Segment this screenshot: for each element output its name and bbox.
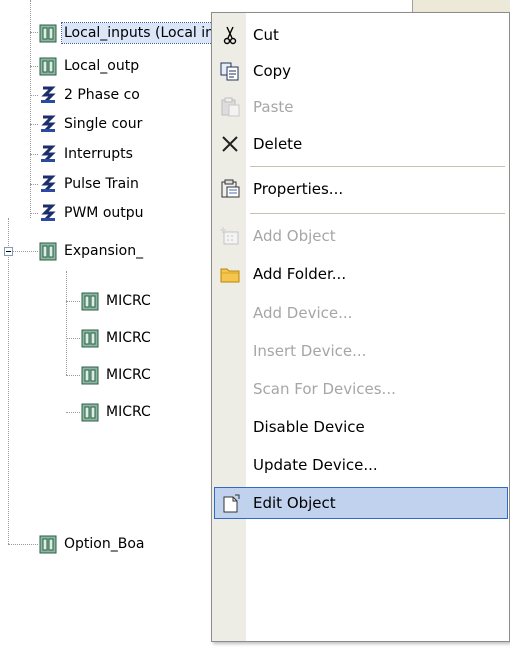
counter-icon	[39, 114, 57, 134]
module-icon	[39, 534, 57, 554]
counter-icon	[39, 174, 57, 194]
tree-item-label: Option_Boa	[64, 536, 145, 552]
tree-connector	[66, 375, 80, 376]
module-icon	[81, 328, 99, 348]
menu-item-add-object[interactable]: Add Object	[214, 220, 508, 252]
module-icon	[39, 56, 57, 76]
tree-item[interactable]: MICRC	[81, 287, 153, 315]
menu-item-label: Scan For Devices...	[253, 380, 396, 398]
tree-item-label: Interrupts	[64, 146, 133, 162]
tree-connector	[66, 338, 80, 339]
menu-item-label: Cut	[253, 26, 279, 44]
menu-item-label: Copy	[253, 62, 292, 80]
tree-connector	[66, 301, 80, 302]
tree-item-label: 2 Phase co	[64, 87, 140, 103]
tree-connector	[30, 184, 38, 185]
tree-connector	[66, 271, 67, 375]
menu-separator	[250, 166, 505, 167]
tree-item[interactable]: 2 Phase co	[39, 81, 142, 109]
menu-item-label: Disable Device	[253, 418, 365, 436]
tree-item[interactable]: Single cour	[39, 110, 144, 138]
add-object-icon	[220, 226, 240, 246]
menu-item-label: Edit Object	[253, 494, 336, 512]
counter-icon	[39, 144, 57, 164]
tree-item[interactable]: PWM outpu	[39, 199, 146, 227]
menu-item-label: Add Object	[253, 227, 336, 245]
tree-item[interactable]: Option_Boa	[39, 530, 146, 558]
tree-item-label: MICRC	[106, 367, 151, 383]
tree-connector	[30, 66, 38, 67]
menu-item-insert-device[interactable]: Insert Device...	[214, 335, 508, 367]
tree-connector	[30, 154, 38, 155]
tree-item-label: MICRC	[106, 330, 151, 346]
menu-item-cut[interactable]: Cut	[214, 19, 508, 51]
tree-item-label: Single cour	[64, 116, 143, 132]
menu-item-label: Add Device...	[253, 304, 353, 322]
folder-icon	[220, 264, 240, 284]
menu-item-add-folder[interactable]: Add Folder...	[214, 258, 508, 290]
module-icon	[81, 291, 99, 311]
tree-item-label: MICRC	[106, 293, 151, 309]
properties-icon	[220, 179, 240, 199]
module-icon	[81, 365, 99, 385]
menu-item-add-device[interactable]: Add Device...	[214, 297, 508, 329]
tree-connector	[8, 544, 38, 545]
module-icon	[81, 402, 99, 422]
menu-item-label: Update Device...	[253, 456, 378, 474]
tree-connector	[30, 213, 38, 214]
counter-icon	[39, 85, 57, 105]
menu-item-label: Properties...	[253, 180, 344, 198]
tree-item[interactable]: MICRC	[81, 324, 153, 352]
tree-connector	[30, 32, 38, 33]
menu-item-label: Add Folder...	[253, 265, 347, 283]
tree-connector	[30, 95, 38, 96]
copy-icon	[220, 61, 240, 81]
tree-item-label: Pulse Train	[64, 176, 139, 192]
menu-item-label: Insert Device...	[253, 342, 367, 360]
edit-object-icon	[221, 494, 241, 514]
tree-item[interactable]: MICRC	[81, 398, 153, 426]
menu-item-disable-device[interactable]: Disable Device	[214, 411, 508, 443]
module-icon	[39, 23, 57, 43]
tree-connector	[66, 412, 80, 413]
menu-item-edit-object[interactable]: Edit Object	[214, 487, 508, 519]
tree-connector	[30, 124, 38, 125]
tree-item[interactable]: Interrupts	[39, 140, 135, 168]
tree-item-label: Local_outp	[64, 58, 140, 74]
menu-separator	[250, 213, 505, 214]
tree-item[interactable]: Expansion_	[39, 237, 145, 265]
tree-item[interactable]: Pulse Train	[39, 170, 141, 198]
menu-item-copy[interactable]: Copy	[214, 55, 508, 87]
tree-item[interactable]: Local_outp	[39, 52, 141, 80]
tree-connector	[13, 251, 38, 252]
menu-item-label: Paste	[253, 98, 294, 116]
menu-item-paste[interactable]: Paste	[214, 91, 508, 123]
tree-item-label: MICRC	[106, 404, 151, 420]
menu-item-scan-for-devices[interactable]: Scan For Devices...	[214, 373, 508, 405]
menu-item-label: Delete	[253, 135, 303, 153]
tree-item-label: Expansion_	[64, 243, 144, 259]
scissors-icon	[220, 25, 240, 45]
collapse-toggle[interactable]	[4, 247, 13, 256]
counter-icon	[39, 203, 57, 223]
context-menu: Cut Copy Paste Delete Properties... Add …	[211, 12, 510, 642]
tree-connector	[8, 218, 9, 544]
menu-item-update-device[interactable]: Update Device...	[214, 449, 508, 481]
delete-icon	[220, 134, 240, 154]
module-icon	[39, 241, 57, 261]
tree-item[interactable]: MICRC	[81, 361, 153, 389]
menu-item-delete[interactable]: Delete	[214, 128, 508, 160]
menu-item-properties[interactable]: Properties...	[214, 173, 508, 205]
paste-icon	[220, 97, 240, 117]
tree-item-label: PWM outpu	[64, 205, 144, 221]
